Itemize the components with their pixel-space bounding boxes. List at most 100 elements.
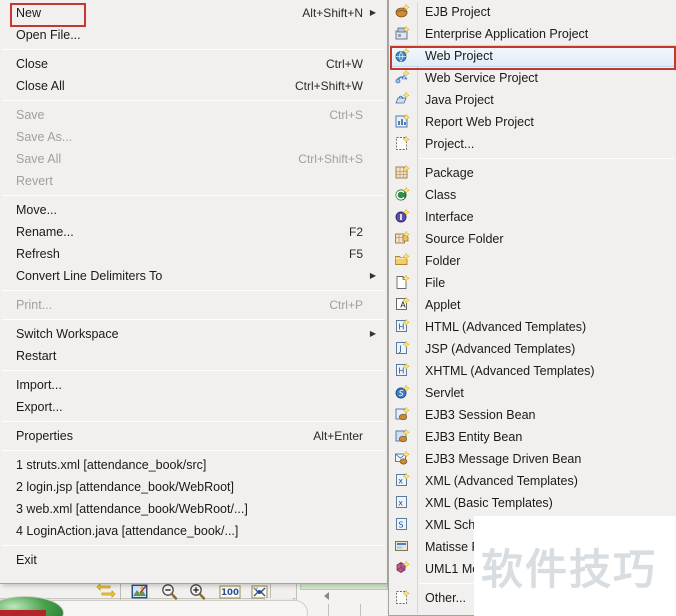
- submenu-item-label: Web Service Project: [425, 71, 539, 85]
- submenu-item-label: Applet: [425, 298, 461, 312]
- html-icon: H: [389, 316, 417, 338]
- menu-separator: [2, 195, 385, 196]
- new-submenu-item-xhtml-advanced-templates[interactable]: H XHTML (Advanced Templates): [389, 360, 676, 382]
- submenu-item-label: EJB3 Message Driven Bean: [425, 452, 582, 466]
- svg-text:x: x: [398, 499, 403, 508]
- new-submenu-item-report-web-project[interactable]: Report Web Project: [389, 111, 676, 133]
- file-menu-item-convert-line-delimiters-to[interactable]: Convert Line Delimiters To ▶: [0, 265, 387, 287]
- submenu-item-label: Package: [425, 166, 474, 180]
- new-submenu-item-ejb3-entity-bean[interactable]: EJB3 Entity Bean: [389, 426, 676, 448]
- submenu-item-label: Servlet: [425, 386, 464, 400]
- new-submenu-item-ejb3-message-driven-bean[interactable]: EJB3 Message Driven Bean: [389, 448, 676, 470]
- new-submenu-item-html-advanced-templates[interactable]: H HTML (Advanced Templates): [389, 316, 676, 338]
- menu-item-label: 2 login.jsp [attendance_book/WebRoot]: [16, 480, 234, 494]
- submenu-item-label: File: [425, 276, 446, 290]
- menu-separator: [2, 100, 385, 101]
- new-submenu-item-package[interactable]: Package: [389, 162, 676, 184]
- menu-item-label: Exit: [16, 553, 37, 567]
- submenu-arrow-icon: ▶: [369, 271, 377, 280]
- file-menu-item-open-file[interactable]: Open File...▶: [0, 24, 387, 46]
- new-submenu-item-file[interactable]: File: [389, 272, 676, 294]
- menu-item-label: Refresh: [16, 247, 60, 261]
- file-menu-item-switch-workspace[interactable]: Switch Workspace ▶: [0, 323, 387, 345]
- interface-icon: [389, 206, 417, 228]
- scroll-left-arrow-icon[interactable]: [324, 592, 329, 600]
- new-submenu-item-folder[interactable]: Folder: [389, 250, 676, 272]
- servlet-icon: S: [389, 382, 417, 404]
- matisse-form-icon: [389, 536, 417, 558]
- new-submenu-item-jsp-advanced-templates[interactable]: J JSP (Advanced Templates): [389, 338, 676, 360]
- file-menu-item-close-all[interactable]: Close AllCtrl+Shift+W▶: [0, 75, 387, 97]
- file-menu-item-properties[interactable]: PropertiesAlt+Enter▶: [0, 425, 387, 447]
- svg-text:J: J: [398, 345, 401, 354]
- menu-item-label: Revert: [16, 174, 53, 188]
- submenu-item-label: HTML (Advanced Templates): [425, 320, 587, 334]
- new-submenu-item-source-folder[interactable]: Source Folder: [389, 228, 676, 250]
- submenu-item-label: Project...: [425, 137, 475, 151]
- menu-item-label: Save All: [16, 152, 62, 166]
- file-menu-item-restart[interactable]: Restart▶: [0, 345, 387, 367]
- zoom-100-icon[interactable]: 100: [218, 583, 241, 601]
- file-menu-item-4-loginaction-java-attendance-book[interactable]: 4 LoginAction.java [attendance_book/...]…: [0, 520, 387, 542]
- uml1-model-icon: [389, 558, 417, 580]
- ejb3-message-driven-bean-icon: [389, 448, 417, 470]
- menu-item-accelerator: Ctrl+W: [326, 57, 363, 71]
- file-menu-item-2-login-jsp-attendance-book-webroot[interactable]: 2 login.jsp [attendance_book/WebRoot]▶: [0, 476, 387, 498]
- menu-item-label: Close: [16, 57, 48, 71]
- new-submenu-item-ejb-project[interactable]: EJB Project: [389, 1, 676, 23]
- submenu-item-label: Report Web Project: [425, 115, 534, 129]
- menu-item-label: Save: [16, 108, 45, 122]
- new-submenu-item-applet[interactable]: A Applet: [389, 294, 676, 316]
- new-submenu-item-class[interactable]: Class: [389, 184, 676, 206]
- watermark-overlay: 软件技巧: [474, 516, 676, 616]
- new-submenu-item-project[interactable]: Project...: [389, 133, 676, 155]
- new-submenu-item-web-service-project[interactable]: Web Service Project: [389, 67, 676, 89]
- new-submenu-item-ejb3-session-bean[interactable]: EJB3 Session Bean: [389, 404, 676, 426]
- ejb3-session-bean-icon: [389, 404, 417, 426]
- class-icon: [389, 184, 417, 206]
- watermark-text: 软件技巧: [480, 544, 657, 594]
- submenu-item-label: Folder: [425, 254, 461, 268]
- new-submenu-item-interface[interactable]: Interface: [389, 206, 676, 228]
- submenu-item-label: Interface: [425, 210, 474, 224]
- flip-arrows-icon[interactable]: [96, 583, 116, 601]
- submenu-item-label: XML (Basic Templates): [425, 496, 553, 510]
- new-submenu-item-enterprise-application-project[interactable]: Enterprise Application Project: [389, 23, 676, 45]
- file-menu-item-close[interactable]: CloseCtrl+W▶: [0, 53, 387, 75]
- other-icon: [389, 587, 417, 609]
- file-menu-item-export[interactable]: Export...▶: [0, 396, 387, 418]
- file-menu-item-move[interactable]: Move...▶: [0, 199, 387, 221]
- menu-item-label: Save As...: [16, 130, 73, 144]
- file-menu-item-1-struts-xml-attendance-book-src[interactable]: 1 struts.xml [attendance_book/src]▶: [0, 454, 387, 476]
- new-submenu-item-xml-basic-templates[interactable]: x XML (Basic Templates): [389, 492, 676, 514]
- xhtml-icon: H: [389, 360, 417, 382]
- file-menu-item-import[interactable]: Import...▶: [0, 374, 387, 396]
- new-submenu-item-web-project[interactable]: Web Project: [389, 45, 676, 70]
- zoom-out-icon[interactable]: [160, 583, 180, 601]
- submenu-item-label: JSP (Advanced Templates): [425, 342, 576, 356]
- menu-item-label: Close All: [16, 79, 65, 93]
- file-menu-item-3-web-xml-attendance-book-webroot[interactable]: 3 web.xml [attendance_book/WebRoot/...]▶: [0, 498, 387, 520]
- menu-item-accelerator: Ctrl+S: [329, 108, 363, 122]
- menu-separator: [2, 545, 385, 546]
- file-menu[interactable]: NewAlt+Shift+N▶Open File...▶CloseCtrl+W▶…: [0, 0, 388, 584]
- submenu-item-label: EJB3 Entity Bean: [425, 430, 523, 444]
- zoom-in-icon[interactable]: [188, 583, 208, 601]
- file-menu-item-exit[interactable]: Exit▶: [0, 549, 387, 571]
- file-menu-item-new[interactable]: New Alt+Shift+N ▶: [0, 2, 387, 27]
- menu-item-label: Export...: [16, 400, 63, 414]
- applet-icon: A: [389, 294, 417, 316]
- submenu-arrow-icon: ▶: [369, 8, 377, 17]
- new-submenu-item-java-project[interactable]: Java Project: [389, 89, 676, 111]
- image-tool-icon[interactable]: [130, 583, 150, 601]
- new-submenu-item-xml-advanced-templates[interactable]: x XML (Advanced Templates): [389, 470, 676, 492]
- file-menu-item-print: Print...Ctrl+P▶: [0, 294, 387, 316]
- submenu-item-label: Class: [425, 188, 457, 202]
- menu-item-label: Print...: [16, 298, 53, 312]
- menu-item-label: Open File...: [16, 28, 81, 42]
- file-menu-item-refresh[interactable]: RefreshF5▶: [0, 243, 387, 265]
- web-service-project-icon: [389, 67, 417, 89]
- menu-separator: [2, 319, 385, 320]
- file-menu-item-rename[interactable]: Rename...F2▶: [0, 221, 387, 243]
- new-submenu-item-servlet[interactable]: S Servlet: [389, 382, 676, 404]
